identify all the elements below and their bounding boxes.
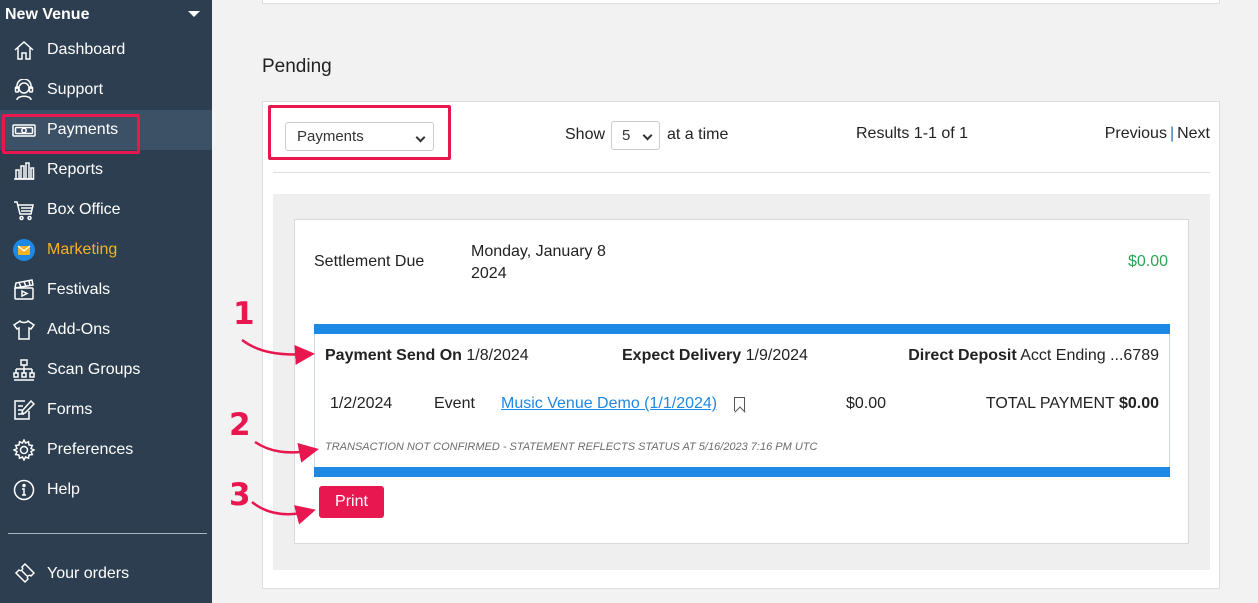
arrow-2 bbox=[254, 440, 319, 463]
arrow-3 bbox=[251, 501, 316, 525]
annotation-arrows bbox=[241, 338, 319, 525]
arrow-1 bbox=[241, 338, 315, 365]
